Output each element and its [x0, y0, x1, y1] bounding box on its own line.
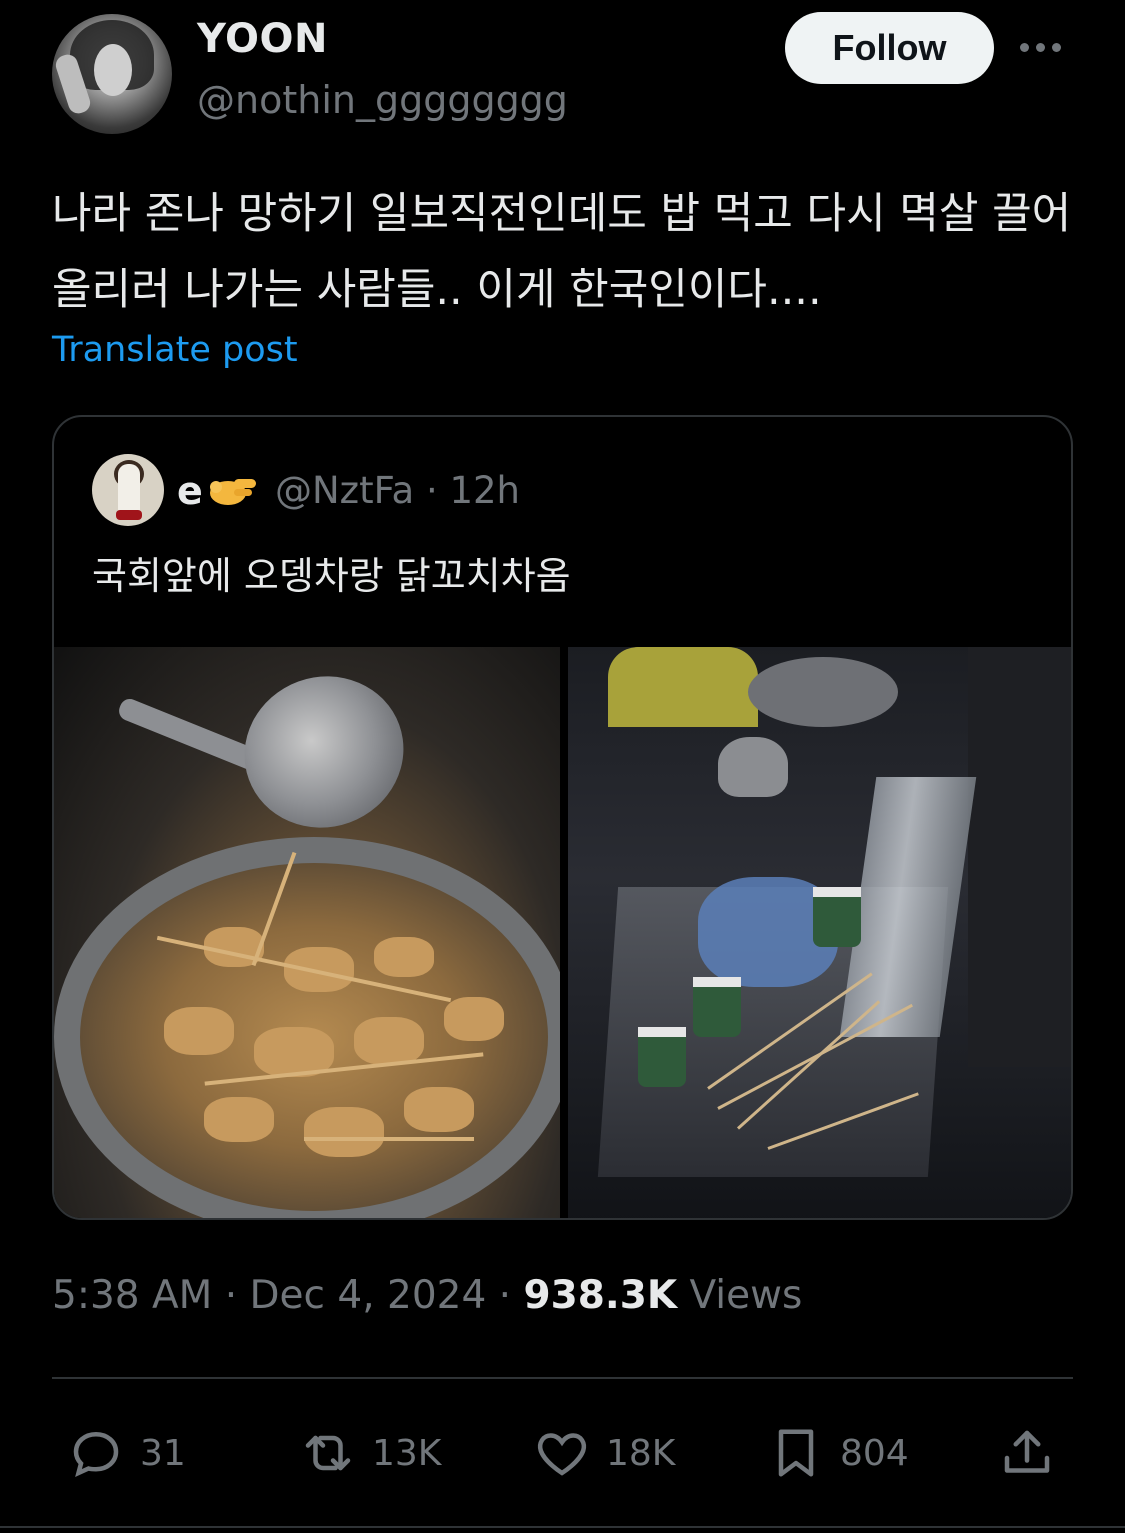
bookmark-count: 804: [840, 1432, 909, 1474]
translate-post-link[interactable]: Translate post: [52, 330, 298, 370]
post-timestamp: 5:38 AM · Dec 4, 2024 · 938.3K Views: [52, 1273, 803, 1318]
divider: [52, 1377, 1073, 1379]
like-count: 18K: [606, 1432, 676, 1474]
reply-button[interactable]: 31: [66, 1418, 186, 1488]
bookmark-button[interactable]: 804: [766, 1418, 909, 1488]
reply-count: 31: [140, 1432, 186, 1474]
views-count[interactable]: 938.3K: [523, 1273, 677, 1318]
repost-button[interactable]: 13K: [298, 1418, 441, 1488]
reply-icon: [73, 1431, 119, 1477]
post-header: YOON @nothin_gggggggg Follow: [0, 0, 1125, 140]
share-icon: [1004, 1430, 1050, 1473]
action-bar: 31 13K 18K 804: [52, 1418, 1073, 1488]
quoted-time[interactable]: 12h: [449, 469, 520, 512]
quoted-handle[interactable]: @NztFa: [275, 469, 414, 512]
author-handle[interactable]: @nothin_gggggggg: [197, 78, 568, 122]
quoted-post[interactable]: e @NztFa · 12h 국회앞에 오뎅차랑 닭꼬치차옴: [52, 415, 1073, 1220]
follow-button[interactable]: Follow: [785, 12, 994, 84]
bookmark-icon: [778, 1429, 814, 1477]
fishcake-pot-photo[interactable]: [54, 647, 560, 1218]
share-button[interactable]: [997, 1418, 1057, 1488]
heart-icon: [537, 1433, 587, 1476]
quoted-media: [54, 647, 1071, 1218]
like-button[interactable]: 18K: [532, 1418, 675, 1488]
author-avatar[interactable]: [52, 14, 172, 134]
quoted-meta: @NztFa · 12h: [275, 469, 520, 512]
bottom-divider: [0, 1526, 1125, 1528]
more-options-icon[interactable]: [1020, 32, 1070, 62]
author-name[interactable]: YOON: [197, 16, 328, 62]
post-text: 나라 존나 망하기 일보직전인데도 밥 먹고 다시 멱살 끌어올리러 나가는 사…: [52, 189, 1072, 315]
quoted-text: 국회앞에 오뎅차랑 닭꼬치차옴: [92, 554, 571, 598]
quoted-author-name[interactable]: e: [177, 469, 203, 513]
views-label: Views: [689, 1273, 803, 1318]
post-time[interactable]: 5:38 AM: [52, 1273, 212, 1318]
street-stall-photo[interactable]: [568, 647, 1071, 1218]
repost-count: 13K: [372, 1432, 442, 1474]
hand-heart-emoji-icon: [210, 479, 256, 505]
quoted-separator: ·: [425, 469, 438, 512]
post-date[interactable]: Dec 4, 2024: [250, 1273, 487, 1318]
quoted-author-avatar[interactable]: [92, 454, 164, 526]
repost-icon: [305, 1435, 351, 1471]
